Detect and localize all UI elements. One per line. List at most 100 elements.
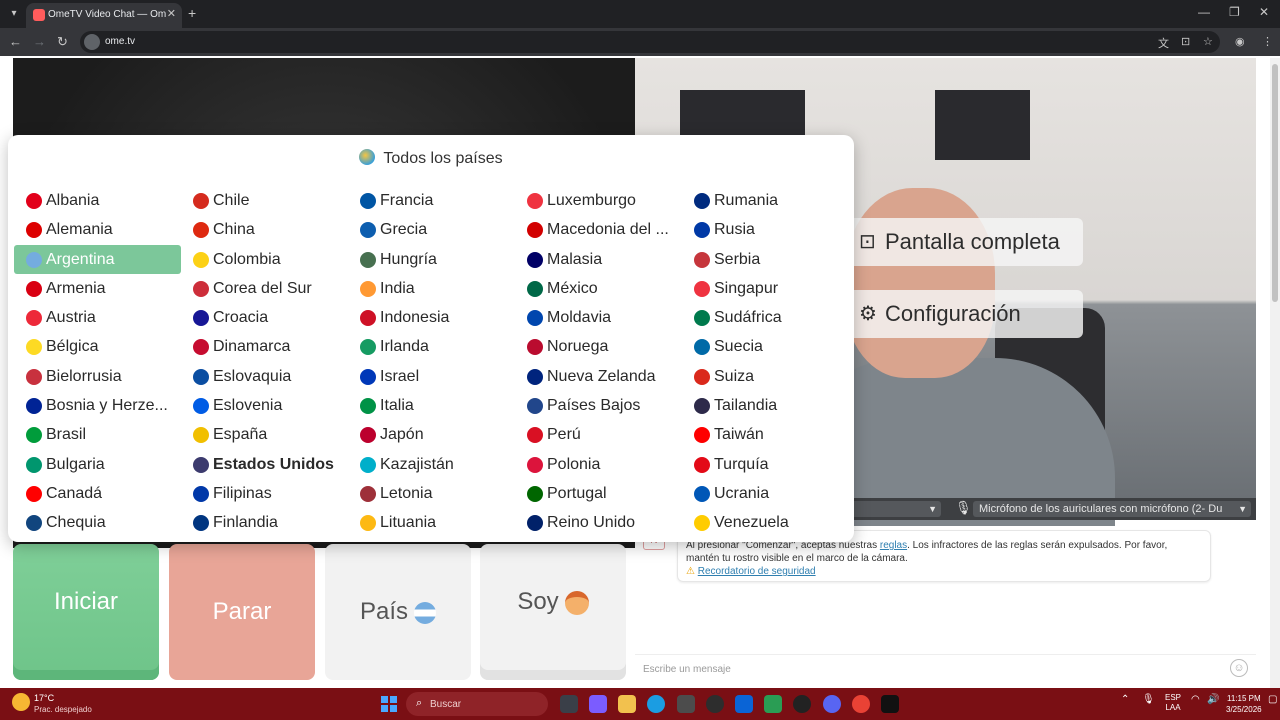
tray-chevron-icon[interactable]: ⌃ bbox=[1121, 694, 1129, 705]
country-option[interactable]: Malasia bbox=[515, 245, 682, 274]
volume-icon[interactable]: 🔊 bbox=[1207, 694, 1219, 705]
country-option[interactable]: Serbia bbox=[682, 245, 849, 274]
message-input[interactable]: Escribe un mensaje ☺ bbox=[635, 654, 1256, 684]
camera-select[interactable]: ▼ bbox=[845, 501, 941, 517]
country-option[interactable]: Armenia bbox=[14, 274, 181, 303]
close-window-icon[interactable]: ✕ bbox=[1259, 5, 1269, 19]
back-icon[interactable]: ← bbox=[9, 34, 22, 49]
tab-close-icon[interactable]: ✕ bbox=[167, 7, 176, 20]
windows-start-icon[interactable] bbox=[381, 696, 397, 712]
country-option[interactable]: Noruega bbox=[515, 332, 682, 361]
country-option[interactable]: Canadá bbox=[14, 479, 181, 508]
country-option[interactable]: Alemania bbox=[14, 215, 181, 244]
bookmark-star-icon[interactable]: ☆ bbox=[1203, 35, 1213, 48]
emoji-icon[interactable]: ☺ bbox=[1230, 659, 1248, 677]
country-option[interactable]: Italia bbox=[348, 391, 515, 420]
store-icon[interactable] bbox=[677, 695, 695, 713]
country-option[interactable]: Japón bbox=[348, 420, 515, 449]
country-option[interactable]: Polonia bbox=[515, 450, 682, 479]
country-option[interactable]: Chequia bbox=[14, 508, 181, 537]
country-option[interactable]: Venezuela bbox=[682, 508, 849, 537]
country-option[interactable]: Lituania bbox=[348, 508, 515, 537]
stop-button[interactable]: Parar bbox=[169, 544, 315, 680]
safety-reminder-link[interactable]: Recordatorio de seguridad bbox=[698, 566, 816, 577]
country-option[interactable]: Tailandia bbox=[682, 391, 849, 420]
tiktok-icon[interactable] bbox=[881, 695, 899, 713]
country-option[interactable]: Perú bbox=[515, 420, 682, 449]
country-option[interactable]: Bosnia y Herze... bbox=[14, 391, 181, 420]
country-option[interactable]: Estados Unidos bbox=[181, 450, 348, 479]
country-option[interactable]: India bbox=[348, 274, 515, 303]
maximize-icon[interactable]: ❐ bbox=[1229, 5, 1240, 19]
address-bar[interactable]: ome.tv bbox=[80, 31, 1220, 53]
country-option[interactable]: Bulgaria bbox=[14, 450, 181, 479]
country-option[interactable]: Eslovenia bbox=[181, 391, 348, 420]
country-option[interactable]: Grecia bbox=[348, 215, 515, 244]
weather-icon[interactable] bbox=[12, 693, 30, 711]
country-option[interactable]: España bbox=[181, 420, 348, 449]
country-option[interactable]: Argentina bbox=[14, 244, 181, 274]
forward-icon[interactable]: → bbox=[33, 34, 46, 49]
country-option[interactable]: Rusia bbox=[682, 215, 849, 244]
country-option[interactable]: Suecia bbox=[682, 332, 849, 361]
edge-icon[interactable] bbox=[647, 695, 665, 713]
country-option[interactable]: Luxemburgo bbox=[515, 186, 682, 215]
country-option[interactable]: Países Bajos bbox=[515, 391, 682, 420]
notifications-icon[interactable]: ▢ bbox=[1268, 694, 1277, 705]
gender-button[interactable]: Soy bbox=[480, 544, 626, 680]
system-clock[interactable]: 11:15 PM 3/25/2026 bbox=[1226, 693, 1262, 715]
country-option[interactable]: Rumania bbox=[682, 186, 849, 215]
browser-tab[interactable]: OmeTV Video Chat — Omegle ✕ bbox=[26, 3, 182, 28]
alien-app-icon[interactable] bbox=[706, 695, 724, 713]
country-option[interactable]: Francia bbox=[348, 186, 515, 215]
country-option[interactable]: Taiwán bbox=[682, 420, 849, 449]
xbox-icon[interactable] bbox=[764, 695, 782, 713]
taskbar-search[interactable]: ⌕ Buscar bbox=[406, 692, 548, 716]
discord-icon[interactable] bbox=[823, 695, 841, 713]
reload-icon[interactable]: ↻ bbox=[57, 34, 68, 50]
country-option[interactable]: Letonia bbox=[348, 479, 515, 508]
country-option[interactable]: Colombia bbox=[181, 245, 348, 274]
country-option[interactable]: Bielorrusia bbox=[14, 362, 181, 391]
browser-menu-icon[interactable]: ⋮ bbox=[1262, 35, 1273, 48]
rules-link[interactable]: reglas bbox=[880, 540, 907, 551]
country-option[interactable]: Irlanda bbox=[348, 332, 515, 361]
country-option[interactable]: Finlandia bbox=[181, 508, 348, 537]
country-option[interactable]: Kazajistán bbox=[348, 450, 515, 479]
wifi-icon[interactable]: ◠ bbox=[1191, 694, 1200, 705]
start-button[interactable]: Iniciar bbox=[13, 544, 159, 680]
mail-icon[interactable] bbox=[735, 695, 753, 713]
fullscreen-button[interactable]: ⊡ Pantalla completa bbox=[845, 218, 1083, 266]
profile-icon[interactable]: ◉ bbox=[1235, 35, 1245, 48]
country-option[interactable]: México bbox=[515, 274, 682, 303]
copilot-icon[interactable] bbox=[589, 695, 607, 713]
country-option[interactable]: Singapur bbox=[682, 274, 849, 303]
github-icon[interactable] bbox=[793, 695, 811, 713]
country-option[interactable]: Brasil bbox=[14, 420, 181, 449]
country-option[interactable]: Sudáfrica bbox=[682, 303, 849, 332]
translate-icon[interactable]: 文 bbox=[1158, 35, 1169, 51]
country-option[interactable]: Nueva Zelanda bbox=[515, 362, 682, 391]
country-option[interactable]: Israel bbox=[348, 362, 515, 391]
microphone-select[interactable]: Micrófono de los auriculares con micrófo… bbox=[973, 501, 1251, 517]
country-option[interactable]: Indonesia bbox=[348, 303, 515, 332]
page-scrollbar[interactable] bbox=[1270, 58, 1280, 688]
install-app-icon[interactable]: ⊡ bbox=[1181, 35, 1190, 48]
tab-search-icon[interactable]: ▾ bbox=[6, 6, 22, 22]
country-option[interactable]: Albania bbox=[14, 186, 181, 215]
country-option[interactable]: Turquía bbox=[682, 450, 849, 479]
file-explorer-icon[interactable] bbox=[618, 695, 636, 713]
new-tab-icon[interactable]: + bbox=[188, 5, 196, 21]
country-option[interactable]: Corea del Sur bbox=[181, 274, 348, 303]
tray-mic-icon[interactable]: 🎙 bbox=[1142, 694, 1155, 705]
all-countries-option[interactable]: Todos los países bbox=[8, 149, 854, 168]
country-option[interactable]: Dinamarca bbox=[181, 332, 348, 361]
input-language[interactable]: ESP LAA bbox=[1165, 693, 1181, 713]
task-view-icon[interactable] bbox=[560, 695, 578, 713]
site-info-icon[interactable] bbox=[84, 34, 100, 50]
country-option[interactable]: Ucrania bbox=[682, 479, 849, 508]
country-option[interactable]: Chile bbox=[181, 186, 348, 215]
country-option[interactable]: Suiza bbox=[682, 362, 849, 391]
country-option[interactable]: Hungría bbox=[348, 245, 515, 274]
chrome-icon[interactable] bbox=[852, 695, 870, 713]
